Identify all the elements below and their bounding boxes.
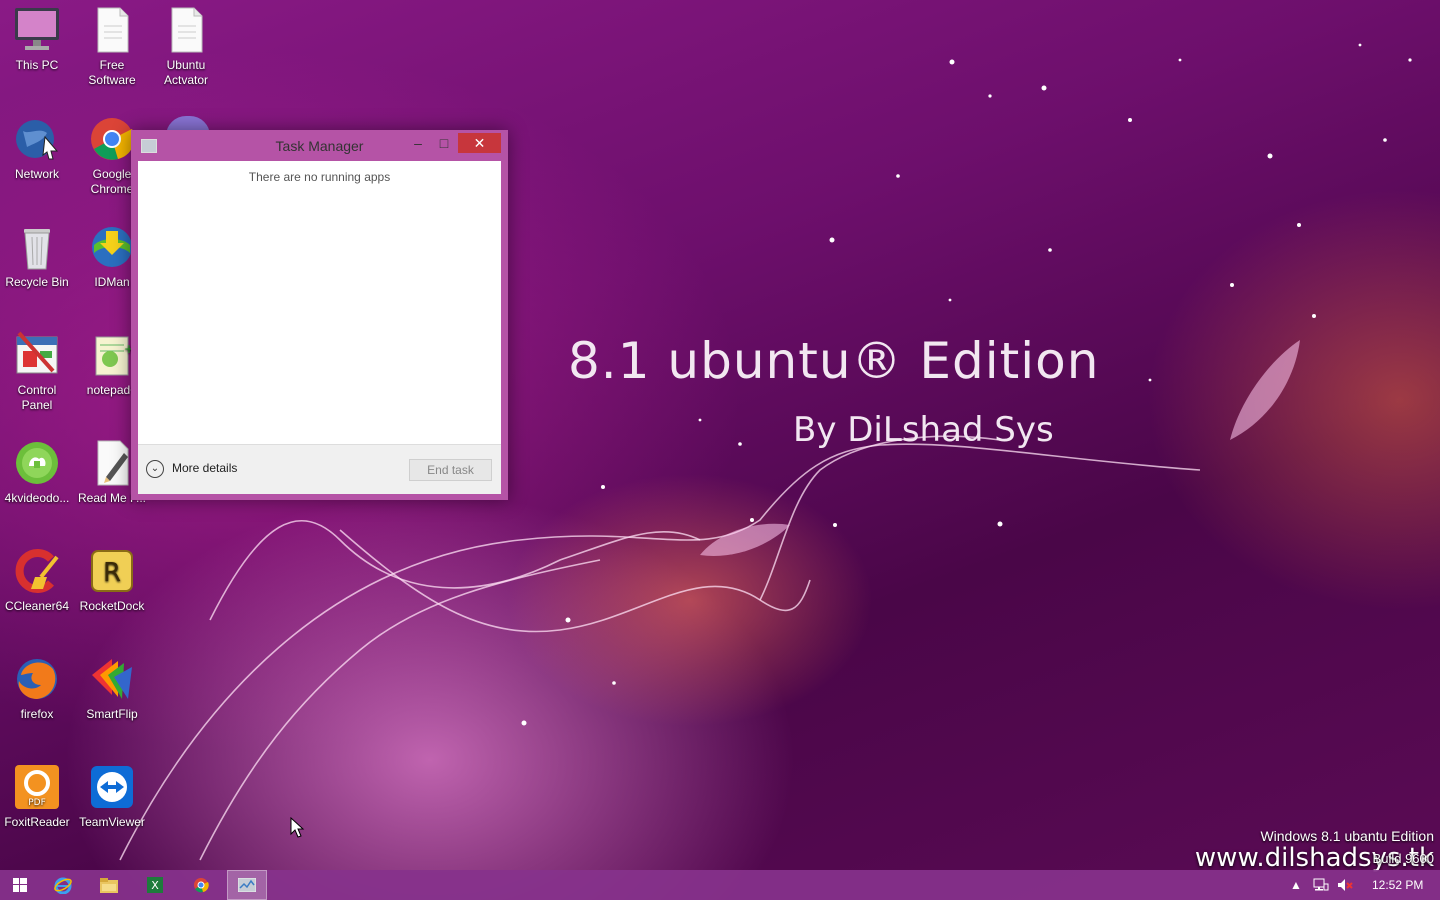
foxit-reader-icon: PDF — [13, 763, 61, 811]
icon-label: Recycle Bin — [5, 275, 69, 289]
window-titlebar[interactable]: Task Manager – □ ✕ — [131, 130, 508, 160]
smartflip-icon — [88, 655, 136, 703]
read-me-file-icon — [88, 439, 136, 487]
volume-muted-icon — [1338, 879, 1353, 891]
ccleaner-icon — [13, 547, 61, 595]
close-button[interactable]: ✕ — [458, 133, 501, 153]
document-icon — [88, 6, 136, 54]
document-icon — [162, 6, 210, 54]
desktop-icon-ccleaner[interactable]: CCleaner64 — [1, 547, 73, 614]
icon-label: firefox — [20, 707, 54, 721]
svg-text:X: X — [151, 879, 159, 892]
idm-icon — [88, 223, 136, 271]
desktop-icon-free-software[interactable]: Free Software — [76, 6, 148, 88]
taskbar-internet-explorer[interactable] — [43, 870, 83, 900]
icon-label: SmartFlip — [86, 707, 138, 721]
4kvideo-downloader-icon — [13, 439, 61, 487]
network-globe-icon — [13, 115, 61, 163]
end-task-button[interactable]: End task — [409, 459, 492, 481]
network-status-button[interactable] — [1313, 870, 1329, 900]
task-manager-icon — [238, 878, 256, 892]
volume-button[interactable] — [1337, 870, 1353, 900]
icon-label: Ubuntu Actvator — [163, 58, 208, 87]
icon-label: Free Software — [88, 58, 136, 87]
icon-label: FoxitReader — [4, 815, 70, 829]
desktop-icon-4kvideodownloader[interactable]: 4kvideodo... — [1, 439, 73, 506]
icon-label: 4kvideodo... — [4, 491, 70, 505]
icon-label: Network — [14, 167, 59, 181]
teamviewer-icon — [88, 763, 136, 811]
desktop-icon-network[interactable]: Network — [1, 115, 73, 182]
more-details-link[interactable]: More details — [172, 461, 237, 475]
icon-label: Control Panel — [17, 383, 57, 412]
taskbar-chrome[interactable] — [181, 870, 221, 900]
svg-text:PDF: PDF — [28, 798, 46, 808]
network-icon — [1313, 878, 1329, 891]
taskbar-file-explorer[interactable] — [89, 870, 129, 900]
computer-icon — [13, 6, 61, 54]
taskbar-excel[interactable]: X — [135, 870, 175, 900]
build-watermark: Build 9600 — [1372, 851, 1434, 866]
clock[interactable]: 12:52 PM — [1372, 870, 1423, 900]
chevron-up-icon: ▲ — [1290, 878, 1302, 892]
desktop-icon-firefox[interactable]: firefox — [1, 655, 73, 722]
control-panel-icon — [13, 331, 61, 379]
desktop-icon-smartflip[interactable]: SmartFlip — [76, 655, 148, 722]
desktop-icon-teamviewer[interactable]: TeamViewer — [76, 763, 148, 830]
file-explorer-icon — [100, 878, 118, 893]
desktop-icon-foxit-reader[interactable]: PDF FoxitReader — [1, 763, 73, 830]
wallpaper-title: 8.1 ubuntu® Edition — [568, 332, 1100, 390]
excel-icon: X — [147, 877, 163, 893]
icon-label: CCleaner64 — [4, 599, 70, 613]
wallpaper-subtitle: By DiLshad Sys — [793, 410, 1054, 450]
desktop-icon-rocketdock[interactable]: R RocketDock — [76, 547, 148, 614]
task-manager-content: There are no running apps ⌄ More details… — [138, 161, 501, 494]
task-manager-window: Task Manager – □ ✕ There are no running … — [131, 130, 508, 500]
show-hidden-icons-button[interactable]: ▲ — [1290, 870, 1302, 900]
desktop-icon-this-pc[interactable]: This PC — [1, 6, 73, 73]
rocketdock-icon: R — [88, 547, 136, 595]
desktop-icon-recycle-bin[interactable]: Recycle Bin — [1, 223, 73, 290]
taskbar-task-manager[interactable] — [227, 870, 267, 900]
notepad-plus-icon: ++ — [88, 331, 144, 379]
chrome-icon — [88, 115, 136, 163]
desktop-icon-control-panel[interactable]: Control Panel — [1, 331, 73, 413]
task-manager-footer: ⌄ More details End task — [138, 444, 501, 494]
icon-label: TeamViewer — [79, 815, 145, 829]
chevron-down-icon[interactable]: ⌄ — [146, 460, 164, 478]
maximize-button[interactable]: □ — [432, 133, 456, 153]
minimize-button[interactable]: – — [406, 133, 430, 153]
desktop: 8.1 ubuntu® Edition By DiLshad Sys This … — [0, 0, 1440, 873]
internet-explorer-icon — [54, 877, 72, 894]
chrome-icon — [194, 878, 209, 893]
icon-label: This PC — [15, 58, 59, 72]
mouse-cursor-icon — [290, 817, 305, 838]
empty-state-message: There are no running apps — [248, 170, 391, 184]
taskbar: X ▲ 12:52 PM — [0, 870, 1440, 900]
edition-watermark: Windows 8.1 ubantu Edition — [1260, 828, 1434, 844]
desktop-icon-ubuntu-actvator[interactable]: Ubuntu Actvator — [150, 6, 222, 88]
svg-text:R: R — [103, 558, 121, 588]
recycle-bin-icon — [13, 223, 61, 271]
start-icon — [13, 878, 27, 892]
start-button[interactable] — [0, 870, 40, 900]
firefox-icon — [13, 655, 61, 703]
icon-label: RocketDock — [79, 599, 145, 613]
